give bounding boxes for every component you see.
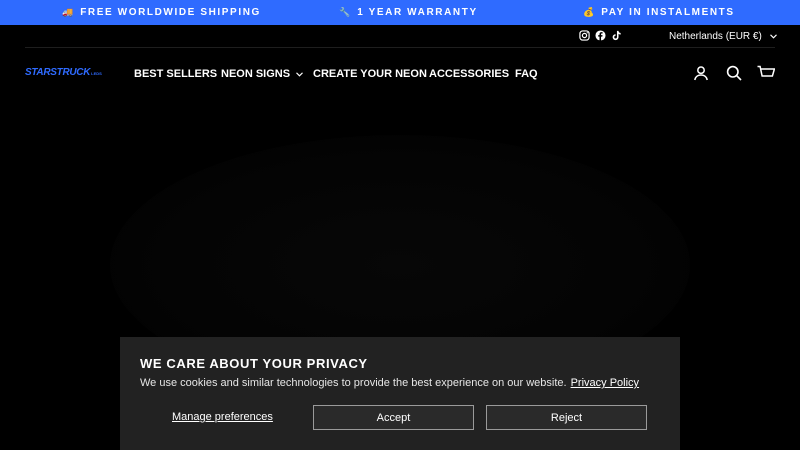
logo[interactable]: STARSTRUCK LEDS [25, 67, 102, 79]
announcement-warranty: 🔧 1 YEAR WARRANTY [339, 7, 478, 18]
money-bag-icon: 💰 [583, 7, 595, 17]
instagram-icon[interactable] [579, 29, 590, 41]
region-selector[interactable]: Netherlands (EUR €) [669, 29, 777, 43]
cookie-banner: WE CARE ABOUT YOUR PRIVACY We use cookie… [120, 337, 680, 450]
manage-preferences-link[interactable]: Manage preferences [172, 411, 273, 423]
nav-best-sellers[interactable]: BEST SELLERS [134, 66, 217, 82]
tiktok-icon[interactable] [611, 30, 622, 41]
cart-icon[interactable] [757, 64, 775, 82]
truck-icon: 🚚 [62, 7, 74, 17]
nav-accessories[interactable]: ACCESSORIES [429, 66, 509, 82]
cookie-body: We use cookies and similar technologies … [140, 377, 639, 389]
reject-button[interactable]: Reject [486, 405, 647, 430]
nav-faq[interactable]: FAQ [515, 66, 538, 82]
cookie-title: WE CARE ABOUT YOUR PRIVACY [140, 356, 368, 371]
wrench-icon: 🔧 [339, 7, 351, 17]
facebook-icon[interactable] [595, 29, 606, 41]
header-divider [25, 47, 775, 48]
account-icon[interactable] [692, 64, 710, 82]
chevron-down-icon [769, 31, 777, 42]
privacy-policy-link[interactable]: Privacy Policy [571, 377, 639, 389]
nav-neon-signs[interactable]: NEON SIGNS [221, 66, 303, 82]
announcement-shipping: 🚚 FREE WORLDWIDE SHIPPING [62, 7, 261, 18]
cookie-body-text: We use cookies and similar technologies … [140, 377, 567, 389]
search-icon[interactable] [725, 64, 743, 82]
chevron-down-icon [296, 68, 303, 80]
logo-subtext: LEDS [91, 71, 102, 76]
region-label: Netherlands (EUR €) [669, 30, 762, 42]
social-links [579, 29, 622, 41]
logo-text: STARSTRUCK [25, 67, 91, 78]
accept-button[interactable]: Accept [313, 405, 474, 430]
announcement-instalments: 💰 PAY IN INSTALMENTS [583, 7, 735, 18]
announcement-bar: 🚚 FREE WORLDWIDE SHIPPING 🔧 1 YEAR WARRANT… [0, 0, 800, 25]
nav-create-your-neon[interactable]: CREATE YOUR NEON [313, 66, 427, 82]
